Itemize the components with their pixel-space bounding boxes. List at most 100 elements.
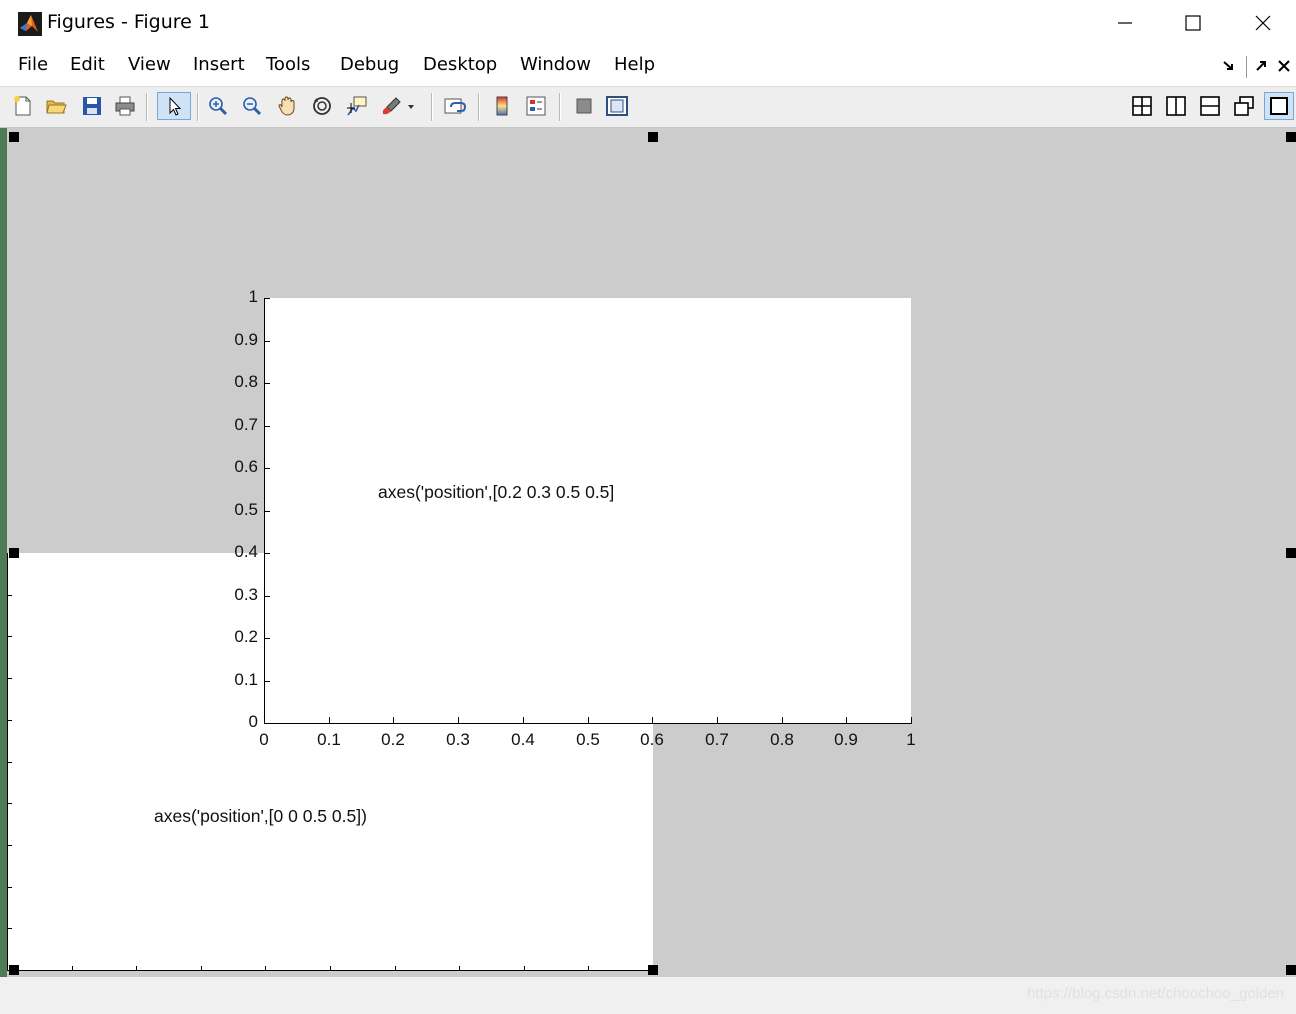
close-button[interactable] [1228,0,1296,46]
new-figure-icon [14,96,31,116]
y-tick-label: 0.2 [234,627,258,646]
open-icon [46,100,67,114]
axes-1-y-tick-mark [7,845,12,846]
toolbar-separator [559,93,561,121]
menu-desktop[interactable]: Desktop [423,54,497,75]
axes-2[interactable] [264,298,911,723]
x-tick-mark [717,717,718,723]
axes-1-y-tick-mark [7,762,12,763]
toolbar-separator [478,93,480,121]
axes-1-x-tick-mark [524,966,525,971]
selection-handle[interactable] [648,965,658,975]
axes-1-x-tick-mark [395,966,396,971]
menu-divider [1246,56,1247,78]
selection-handle[interactable] [1286,548,1296,558]
x-tick-label: 0.1 [317,730,341,749]
axes-1-x-tick-mark [72,966,73,971]
zoom-in-button[interactable] [204,92,232,120]
link-plot-icon [444,98,467,114]
y-tick-label: 0.6 [234,457,258,476]
brush-icon [382,97,414,115]
layout-maximize-button[interactable] [1264,92,1294,120]
layout-float-button[interactable] [1230,92,1258,120]
axes-1-y-tick-mark [7,636,12,637]
minimize-icon [1118,22,1132,24]
x-tick-label: 1 [906,730,916,749]
title-bar: Figures - Figure 1 [0,0,1296,46]
x-tick-mark [264,717,265,723]
selection-handle[interactable] [9,132,19,142]
close-icon [1278,60,1290,72]
pan-button[interactable] [273,92,301,120]
axes-1-x-tick-mark [459,966,460,971]
x-tick-mark [911,717,912,723]
layout-tile-button[interactable] [1128,92,1156,120]
zoom-out-button[interactable] [238,92,266,120]
edit-plot-button[interactable] [157,92,191,120]
menu-window[interactable]: Window [520,54,591,75]
brush-button[interactable] [378,92,418,120]
menu-tools[interactable]: Tools [266,54,310,75]
y-tick-mark [264,681,270,682]
pan-hand-icon [278,96,295,116]
selection-handle[interactable] [1286,132,1296,142]
selection-handle[interactable] [648,132,658,142]
y-tick-mark [264,511,270,512]
zoom-out-icon [243,97,262,116]
menu-bar: File Edit View Insert Tools Debug Deskto… [0,46,1296,87]
y-tick-mark [264,723,270,724]
axes-2-x-axis [264,723,912,724]
close-figure-button[interactable] [1274,56,1294,76]
menu-insert[interactable]: Insert [193,54,245,75]
x-tick-mark [652,717,653,723]
menu-view[interactable]: View [128,54,171,75]
new-figure-button[interactable] [9,92,37,120]
layout-left-right-button[interactable] [1162,92,1190,120]
legend-button[interactable] [522,92,550,120]
dock-button[interactable] [1219,56,1239,76]
open-button[interactable] [42,92,70,120]
data-cursor-button[interactable] [343,92,371,120]
show-plot-tools-button[interactable] [603,92,631,120]
rotate-3d-button[interactable] [308,92,336,120]
axes-1-x-tick-mark [330,966,331,971]
axes-1-x-tick-mark [136,966,137,971]
axes-1-annotation: axes('position',[0 0 0.5 0.5]) [154,806,367,826]
maximize-icon [1270,97,1288,115]
undock-arrow-icon [1256,61,1266,71]
x-tick-label: 0.2 [381,730,405,749]
axes-1-x-tick-mark [201,966,202,971]
x-tick-mark [782,717,783,723]
y-tick-label: 0.5 [234,500,258,519]
link-plot-button[interactable] [441,92,469,120]
x-tick-label: 0.4 [511,730,535,749]
colorbar-icon [496,96,508,116]
dock-arrow-icon [1223,61,1233,70]
layout-top-bottom-button[interactable] [1196,92,1224,120]
menu-debug[interactable]: Debug [340,54,399,75]
y-tick-mark [264,553,270,554]
hide-plot-tools-button[interactable] [570,92,598,120]
selection-handle[interactable] [9,548,19,558]
show-plot-tools-icon [606,96,628,116]
matlab-logo-icon [18,12,42,36]
edit-plot-arrow-icon [169,96,182,116]
y-tick-mark [264,341,270,342]
selection-handle[interactable] [1286,965,1296,975]
menu-file[interactable]: File [18,54,48,75]
menu-edit[interactable]: Edit [70,54,105,75]
background-desktop-strip [0,128,7,977]
maximize-button[interactable] [1158,0,1228,46]
y-tick-mark [264,383,270,384]
y-tick-mark [264,298,270,299]
axes-1-y-tick-mark [7,720,12,721]
save-button[interactable] [78,92,106,120]
undock-button[interactable] [1251,56,1271,76]
selection-handle[interactable] [9,965,19,975]
colorbar-button[interactable] [488,92,516,120]
minimize-button[interactable] [1090,0,1160,46]
menu-help[interactable]: Help [614,54,655,75]
hide-plot-tools-icon [576,98,592,114]
y-tick-label: 1 [248,287,258,306]
print-button[interactable] [111,92,139,120]
